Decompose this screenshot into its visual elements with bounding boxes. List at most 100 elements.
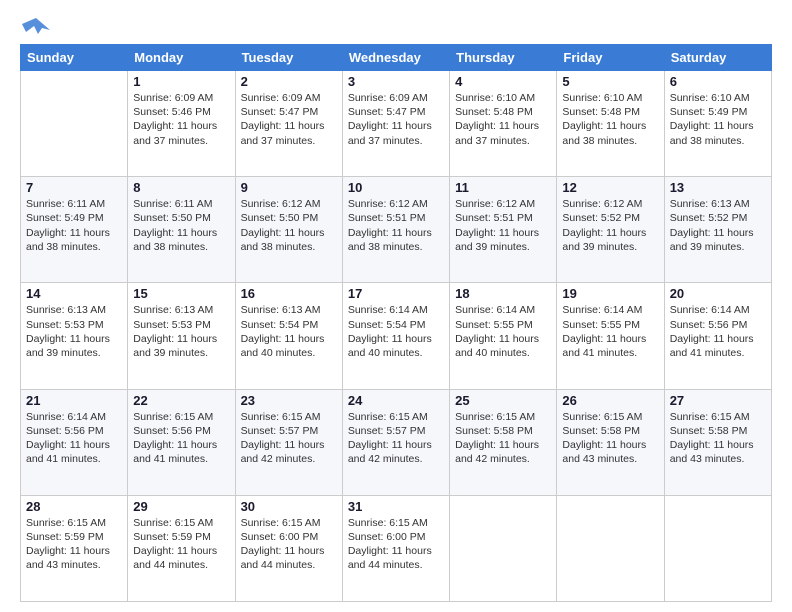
day-number: 22 [133, 393, 229, 408]
calendar-cell: 22Sunrise: 6:15 AM Sunset: 5:56 PM Dayli… [128, 389, 235, 495]
day-info: Sunrise: 6:15 AM Sunset: 5:57 PM Dayligh… [241, 410, 337, 467]
day-number: 28 [26, 499, 122, 514]
calendar-cell: 7 Sunrise: 6:11 AM Sunset: 5:49 PM Daylig… [21, 177, 128, 283]
calendar-week-5: 28 Sunrise: 6:15 AM Sunset: 5:59 PM Dayli… [21, 495, 772, 601]
day-number: 25 [455, 393, 551, 408]
day-info: Sunrise: 6:10 AM Sunset: 5:48 PM Dayligh… [562, 91, 658, 148]
day-number: 7 [26, 180, 122, 195]
calendar-cell: 11 Sunrise: 6:12 AM Sunset: 5:51 PM Dayli… [450, 177, 557, 283]
calendar-week-4: 21 Sunrise: 6:14 AM Sunset: 5:56 PM Dayli… [21, 389, 772, 495]
day-info: Sunrise: 6:13 AM Sunset: 5:54 PM Dayligh… [241, 303, 337, 360]
day-number: 26 [562, 393, 658, 408]
day-number: 2 [241, 74, 337, 89]
day-info: Sunrise: 6:12 AM Sunset: 5:52 PM Dayligh… [562, 197, 658, 254]
calendar-cell: 21 Sunrise: 6:14 AM Sunset: 5:56 PM Dayli… [21, 389, 128, 495]
calendar-week-1: 1Sunrise: 6:09 AM Sunset: 5:46 PM Daylig… [21, 71, 772, 177]
day-number: 14 [26, 286, 122, 301]
calendar-cell: 18 Sunrise: 6:14 AM Sunset: 5:55 PM Dayli… [450, 283, 557, 389]
calendar-cell: 16 Sunrise: 6:13 AM Sunset: 5:54 PM Dayli… [235, 283, 342, 389]
col-header-wednesday: Wednesday [342, 45, 449, 71]
calendar-cell: 10Sunrise: 6:12 AM Sunset: 5:51 PM Dayli… [342, 177, 449, 283]
day-number: 19 [562, 286, 658, 301]
calendar-cell: 12 Sunrise: 6:12 AM Sunset: 5:52 PM Dayli… [557, 177, 664, 283]
day-info: Sunrise: 6:15 AM Sunset: 5:58 PM Dayligh… [455, 410, 551, 467]
logo-bird-icon [22, 16, 50, 38]
day-number: 8 [133, 180, 229, 195]
day-number: 9 [241, 180, 337, 195]
calendar-cell: 9 Sunrise: 6:12 AM Sunset: 5:50 PM Daylig… [235, 177, 342, 283]
day-number: 3 [348, 74, 444, 89]
col-header-thursday: Thursday [450, 45, 557, 71]
calendar-cell: 20 Sunrise: 6:14 AM Sunset: 5:56 PM Dayli… [664, 283, 771, 389]
day-info: Sunrise: 6:12 AM Sunset: 5:51 PM Dayligh… [455, 197, 551, 254]
day-info: Sunrise: 6:15 AM Sunset: 6:00 PM Dayligh… [348, 516, 444, 573]
calendar-cell: 2 Sunrise: 6:09 AM Sunset: 5:47 PM Daylig… [235, 71, 342, 177]
day-number: 6 [670, 74, 766, 89]
day-number: 31 [348, 499, 444, 514]
calendar-cell: 17 Sunrise: 6:14 AM Sunset: 5:54 PM Dayli… [342, 283, 449, 389]
day-info: Sunrise: 6:14 AM Sunset: 5:55 PM Dayligh… [562, 303, 658, 360]
day-number: 15 [133, 286, 229, 301]
calendar-week-3: 14 Sunrise: 6:13 AM Sunset: 5:53 PM Dayli… [21, 283, 772, 389]
day-number: 4 [455, 74, 551, 89]
day-info: Sunrise: 6:15 AM Sunset: 5:57 PM Dayligh… [348, 410, 444, 467]
day-info: Sunrise: 6:14 AM Sunset: 5:56 PM Dayligh… [26, 410, 122, 467]
day-info: Sunrise: 6:11 AM Sunset: 5:49 PM Dayligh… [26, 197, 122, 254]
calendar-cell: 24 Sunrise: 6:15 AM Sunset: 5:57 PM Dayli… [342, 389, 449, 495]
calendar-cell: 31 Sunrise: 6:15 AM Sunset: 6:00 PM Dayli… [342, 495, 449, 601]
day-number: 13 [670, 180, 766, 195]
calendar-cell: 25 Sunrise: 6:15 AM Sunset: 5:58 PM Dayli… [450, 389, 557, 495]
day-info: Sunrise: 6:12 AM Sunset: 5:51 PM Dayligh… [348, 197, 444, 254]
day-number: 16 [241, 286, 337, 301]
day-info: Sunrise: 6:14 AM Sunset: 5:55 PM Dayligh… [455, 303, 551, 360]
calendar-cell [450, 495, 557, 601]
day-info: Sunrise: 6:09 AM Sunset: 5:47 PM Dayligh… [241, 91, 337, 148]
calendar-cell: 26 Sunrise: 6:15 AM Sunset: 5:58 PM Dayli… [557, 389, 664, 495]
day-info: Sunrise: 6:13 AM Sunset: 5:53 PM Dayligh… [26, 303, 122, 360]
day-number: 12 [562, 180, 658, 195]
day-info: Sunrise: 6:13 AM Sunset: 5:52 PM Dayligh… [670, 197, 766, 254]
day-number: 30 [241, 499, 337, 514]
day-info: Sunrise: 6:10 AM Sunset: 5:49 PM Dayligh… [670, 91, 766, 148]
day-number: 23 [241, 393, 337, 408]
day-info: Sunrise: 6:12 AM Sunset: 5:50 PM Dayligh… [241, 197, 337, 254]
calendar-cell [664, 495, 771, 601]
col-header-tuesday: Tuesday [235, 45, 342, 71]
col-header-saturday: Saturday [664, 45, 771, 71]
day-number: 29 [133, 499, 229, 514]
day-number: 24 [348, 393, 444, 408]
day-info: Sunrise: 6:15 AM Sunset: 5:58 PM Dayligh… [562, 410, 658, 467]
day-info: Sunrise: 6:15 AM Sunset: 5:58 PM Dayligh… [670, 410, 766, 467]
calendar-cell: 27Sunrise: 6:15 AM Sunset: 5:58 PM Dayli… [664, 389, 771, 495]
day-info: Sunrise: 6:15 AM Sunset: 5:59 PM Dayligh… [133, 516, 229, 573]
calendar-cell: 19 Sunrise: 6:14 AM Sunset: 5:55 PM Dayli… [557, 283, 664, 389]
day-number: 17 [348, 286, 444, 301]
calendar-cell: 28 Sunrise: 6:15 AM Sunset: 5:59 PM Dayli… [21, 495, 128, 601]
header [20, 16, 772, 34]
day-number: 18 [455, 286, 551, 301]
logo [20, 16, 50, 34]
col-header-sunday: Sunday [21, 45, 128, 71]
day-number: 20 [670, 286, 766, 301]
day-number: 1 [133, 74, 229, 89]
calendar-cell: 13 Sunrise: 6:13 AM Sunset: 5:52 PM Dayli… [664, 177, 771, 283]
day-info: Sunrise: 6:14 AM Sunset: 5:54 PM Dayligh… [348, 303, 444, 360]
calendar-cell: 14 Sunrise: 6:13 AM Sunset: 5:53 PM Dayli… [21, 283, 128, 389]
day-info: Sunrise: 6:15 AM Sunset: 6:00 PM Dayligh… [241, 516, 337, 573]
calendar-cell: 15Sunrise: 6:13 AM Sunset: 5:53 PM Dayli… [128, 283, 235, 389]
calendar-cell [21, 71, 128, 177]
day-info: Sunrise: 6:10 AM Sunset: 5:48 PM Dayligh… [455, 91, 551, 148]
day-info: Sunrise: 6:14 AM Sunset: 5:56 PM Dayligh… [670, 303, 766, 360]
day-number: 11 [455, 180, 551, 195]
day-info: Sunrise: 6:15 AM Sunset: 5:59 PM Dayligh… [26, 516, 122, 573]
calendar-cell: 6 Sunrise: 6:10 AM Sunset: 5:49 PM Daylig… [664, 71, 771, 177]
calendar-header-row: SundayMondayTuesdayWednesdayThursdayFrid… [21, 45, 772, 71]
day-info: Sunrise: 6:11 AM Sunset: 5:50 PM Dayligh… [133, 197, 229, 254]
calendar-cell: 23 Sunrise: 6:15 AM Sunset: 5:57 PM Dayli… [235, 389, 342, 495]
calendar-week-2: 7 Sunrise: 6:11 AM Sunset: 5:49 PM Daylig… [21, 177, 772, 283]
calendar-cell: 29 Sunrise: 6:15 AM Sunset: 5:59 PM Dayli… [128, 495, 235, 601]
day-number: 21 [26, 393, 122, 408]
day-info: Sunrise: 6:09 AM Sunset: 5:47 PM Dayligh… [348, 91, 444, 148]
calendar-cell: 8 Sunrise: 6:11 AM Sunset: 5:50 PM Daylig… [128, 177, 235, 283]
col-header-friday: Friday [557, 45, 664, 71]
